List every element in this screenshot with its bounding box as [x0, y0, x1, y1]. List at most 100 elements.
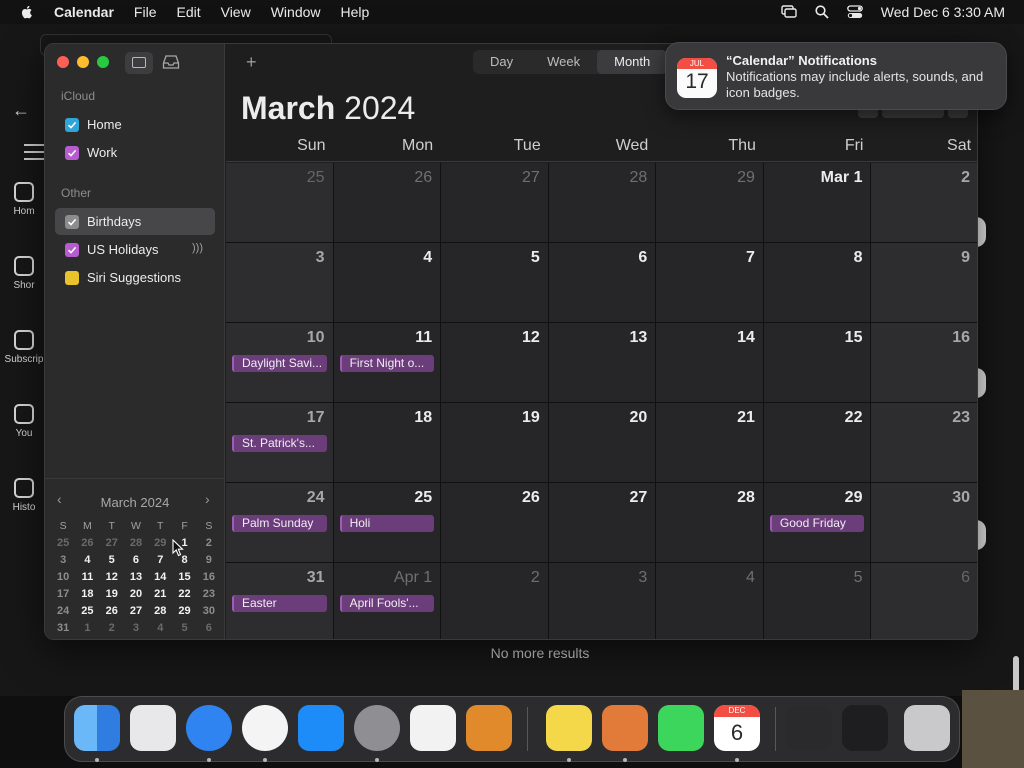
- menu-view[interactable]: View: [221, 4, 251, 20]
- inbox-icon[interactable]: [162, 54, 180, 70]
- mini-day[interactable]: 4: [75, 554, 99, 566]
- day-cell[interactable]: 16: [871, 323, 977, 403]
- calendar-item-siri-suggestions[interactable]: Siri Suggestions: [55, 264, 215, 291]
- day-cell[interactable]: 13: [548, 323, 657, 403]
- day-cell[interactable]: 18: [333, 403, 442, 483]
- day-cell[interactable]: 12: [441, 323, 549, 403]
- background-sidebar-item[interactable]: Shor: [0, 256, 48, 291]
- dock-messages-icon[interactable]: [658, 705, 704, 751]
- mini-day[interactable]: 24: [51, 605, 75, 617]
- day-cell[interactable]: 10 Daylight Savi...: [226, 323, 334, 403]
- view-tab-month[interactable]: Month: [597, 50, 668, 74]
- calendar-checkbox[interactable]: [65, 145, 79, 160]
- event-chip[interactable]: Easter: [232, 595, 327, 612]
- day-cell[interactable]: 5: [441, 243, 549, 323]
- mini-day[interactable]: 6: [197, 622, 221, 634]
- mini-day[interactable]: 6: [124, 554, 148, 566]
- dock-notes-icon[interactable]: [546, 705, 592, 751]
- day-cell[interactable]: 29 Good Friday: [763, 483, 872, 563]
- day-cell[interactable]: 23: [871, 403, 977, 483]
- dock-window-preview-1-icon[interactable]: [786, 705, 832, 751]
- event-chip[interactable]: St. Patrick's...: [232, 435, 327, 452]
- event-chip[interactable]: Palm Sunday: [232, 515, 327, 532]
- calendar-checkbox[interactable]: [65, 270, 79, 285]
- mini-day[interactable]: 3: [124, 622, 148, 634]
- day-cell[interactable]: 29: [656, 163, 764, 243]
- mini-day[interactable]: 10: [51, 571, 75, 583]
- dock-app-store-icon[interactable]: [298, 705, 344, 751]
- scrollbar-thumb[interactable]: [1013, 656, 1019, 694]
- day-cell[interactable]: 3: [548, 563, 657, 639]
- dock-xampp-icon[interactable]: [602, 705, 648, 751]
- mini-day[interactable]: 12: [100, 571, 124, 583]
- day-cell[interactable]: 9: [871, 243, 977, 323]
- mini-day[interactable]: 2: [197, 537, 221, 549]
- dock-system-settings-icon[interactable]: [354, 705, 400, 751]
- mini-day[interactable]: 1: [75, 622, 99, 634]
- day-cell[interactable]: Mar 1: [763, 163, 872, 243]
- zoom-window-button[interactable]: [97, 56, 109, 68]
- dock-chrome-icon[interactable]: [242, 705, 288, 751]
- mini-day[interactable]: 14: [148, 571, 172, 583]
- mini-day[interactable]: 9: [197, 554, 221, 566]
- mini-day[interactable]: 26: [75, 537, 99, 549]
- mini-day[interactable]: 5: [172, 622, 196, 634]
- menu-file[interactable]: File: [134, 4, 157, 20]
- day-cell[interactable]: 26: [441, 483, 549, 563]
- mini-day[interactable]: 25: [75, 605, 99, 617]
- calendar-item-birthdays[interactable]: Birthdays: [55, 208, 215, 235]
- mini-day[interactable]: 23: [197, 588, 221, 600]
- day-cell[interactable]: 22: [763, 403, 872, 483]
- day-cell[interactable]: 6: [871, 563, 977, 639]
- day-cell[interactable]: 4: [333, 243, 442, 323]
- dock-calendar-icon[interactable]: DEC 6: [714, 705, 760, 751]
- day-cell[interactable]: 31 Easter: [226, 563, 334, 639]
- mini-day[interactable]: 27: [100, 537, 124, 549]
- day-cell[interactable]: 27: [441, 163, 549, 243]
- day-cell[interactable]: 6: [548, 243, 657, 323]
- mini-day[interactable]: 16: [197, 571, 221, 583]
- day-cell[interactable]: 25 Holi: [333, 483, 442, 563]
- menu-icon[interactable]: [24, 144, 44, 165]
- dock-safari-icon[interactable]: [186, 705, 232, 751]
- mini-day[interactable]: 21: [148, 588, 172, 600]
- day-cell[interactable]: 21: [656, 403, 764, 483]
- mini-day[interactable]: 27: [124, 605, 148, 617]
- event-chip[interactable]: Good Friday: [769, 515, 865, 532]
- day-cell[interactable]: 17 St. Patrick's...: [226, 403, 334, 483]
- dock-trash-icon[interactable]: [904, 705, 950, 751]
- mini-day[interactable]: 7: [148, 554, 172, 566]
- screen-mirroring-icon[interactable]: [781, 5, 797, 19]
- day-cell[interactable]: 8: [763, 243, 872, 323]
- mini-calendar-next-icon[interactable]: ›: [205, 491, 210, 507]
- dock-textedit-icon[interactable]: [410, 705, 456, 751]
- menu-window[interactable]: Window: [271, 4, 321, 20]
- event-chip[interactable]: Holi: [339, 515, 435, 532]
- control-center-icon[interactable]: [846, 5, 863, 19]
- minimize-window-button[interactable]: [77, 56, 89, 68]
- event-chip[interactable]: First Night o...: [339, 355, 435, 372]
- mini-day[interactable]: 31: [51, 622, 75, 634]
- day-cell[interactable]: 2: [441, 563, 549, 639]
- mini-day[interactable]: 13: [124, 571, 148, 583]
- dock-window-preview-2-icon[interactable]: [842, 705, 888, 751]
- mini-day[interactable]: 29: [172, 605, 196, 617]
- dock-launchpad-icon[interactable]: [130, 705, 176, 751]
- day-cell[interactable]: 4: [656, 563, 764, 639]
- menu-edit[interactable]: Edit: [176, 4, 200, 20]
- mini-day[interactable]: 15: [172, 571, 196, 583]
- view-tab-week[interactable]: Week: [530, 50, 597, 74]
- menu-bar-clock[interactable]: Wed Dec 6 3:30 AM: [881, 4, 1005, 20]
- day-cell[interactable]: 28: [656, 483, 764, 563]
- day-cell[interactable]: 30: [871, 483, 977, 563]
- day-cell[interactable]: 26: [333, 163, 442, 243]
- mini-day[interactable]: 4: [148, 622, 172, 634]
- day-cell[interactable]: Apr 1 April Fools'...: [333, 563, 442, 639]
- mini-day[interactable]: 5: [100, 554, 124, 566]
- mini-day[interactable]: 11: [75, 571, 99, 583]
- menu-help[interactable]: Help: [341, 4, 370, 20]
- calendar-item-home[interactable]: Home: [55, 111, 215, 138]
- dock-finder-icon[interactable]: [74, 705, 120, 751]
- day-cell[interactable]: 24 Palm Sunday: [226, 483, 334, 563]
- mini-day[interactable]: 20: [124, 588, 148, 600]
